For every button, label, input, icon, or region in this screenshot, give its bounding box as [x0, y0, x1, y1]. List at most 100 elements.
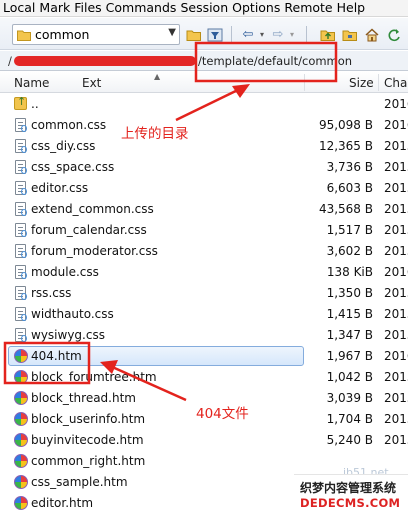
- file-row[interactable]: block_forumtree.htm 1,042 B 2015: [0, 367, 408, 388]
- css-file-icon: [14, 328, 28, 343]
- column-changed[interactable]: Cha: [384, 76, 407, 90]
- file-changed: 2015: [384, 307, 408, 321]
- file-name: forum_calendar.css: [31, 223, 147, 237]
- file-name: common_right.htm: [31, 454, 146, 468]
- file-row[interactable]: wysiwyg.css 1,347 B 2015: [0, 325, 408, 346]
- column-header: Name Ext ▲ Size Cha: [0, 72, 408, 93]
- file-size: 1,042 B: [326, 370, 373, 384]
- menu-item-remote[interactable]: Remote: [281, 0, 332, 16]
- file-size: 5,240 B: [326, 433, 373, 447]
- file-name: block_forumtree.htm: [31, 370, 157, 384]
- file-name: forum_moderator.css: [31, 244, 158, 258]
- file-changed: 2015: [384, 433, 408, 447]
- menu-item-local[interactable]: Local: [0, 0, 35, 16]
- file-row[interactable]: extend_common.css 43,568 B 2015: [0, 199, 408, 220]
- column-name[interactable]: Name: [14, 76, 49, 90]
- watermark-line1: 织梦内容管理系统: [300, 481, 397, 495]
- file-name: block_thread.htm: [31, 391, 136, 405]
- menu-item-commands[interactable]: Commands: [103, 0, 177, 16]
- column-ext[interactable]: Ext: [82, 76, 101, 90]
- path-bar[interactable]: / /template/default/common: [0, 51, 408, 71]
- file-row[interactable]: forum_calendar.css 1,517 B 2015: [0, 220, 408, 241]
- file-changed: 2015: [384, 160, 408, 174]
- open-folder-icon[interactable]: [184, 25, 204, 44]
- file-name: ..: [31, 97, 39, 111]
- file-changed: 2015: [384, 286, 408, 300]
- home-icon[interactable]: [362, 25, 382, 44]
- menu-item-help[interactable]: Help: [334, 0, 366, 16]
- file-row[interactable]: buyinvitecode.htm 5,240 B 2015: [0, 430, 408, 451]
- file-name: buyinvitecode.htm: [31, 433, 144, 447]
- parent-folder-icon: [14, 95, 28, 112]
- file-size: 43,568 B: [318, 202, 373, 216]
- redacted-path-segment: [14, 56, 196, 66]
- file-row[interactable]: 404.htm 1,967 B 2016: [0, 346, 408, 367]
- css-file-icon: [14, 307, 28, 322]
- file-row[interactable]: css_diy.css 12,365 B 2015: [0, 136, 408, 157]
- file-changed: 2015: [384, 181, 408, 195]
- file-size: 3,602 B: [326, 244, 373, 258]
- file-size: 1,517 B: [326, 223, 373, 237]
- file-size: 138 KiB: [326, 265, 373, 279]
- forward-dropdown-icon[interactable]: ▾: [282, 25, 302, 44]
- file-size: 1,350 B: [326, 286, 373, 300]
- html-file-icon: [14, 412, 28, 427]
- css-file-icon: [14, 139, 28, 154]
- directory-selector[interactable]: common ▼: [12, 24, 180, 45]
- file-name: widthauto.css: [31, 307, 114, 321]
- menu-item-options[interactable]: Options: [229, 0, 280, 16]
- file-size: 3,039 B: [326, 391, 373, 405]
- html-file-icon: [14, 496, 28, 511]
- css-file-icon: [14, 265, 28, 280]
- css-file-icon: [14, 202, 28, 217]
- css-file-icon: [14, 223, 28, 238]
- file-row[interactable]: .. 2016: [0, 94, 408, 115]
- toolbar: common ▼ ⇦ ▾ ⇨ ▾: [0, 18, 408, 50]
- css-file-icon: [14, 244, 28, 259]
- file-row[interactable]: css_space.css 3,736 B 2015: [0, 157, 408, 178]
- file-size: 1,347 B: [326, 328, 373, 342]
- menu-item-session[interactable]: Session: [177, 0, 228, 16]
- file-changed: 2015: [384, 328, 408, 342]
- file-row[interactable]: rss.css 1,350 B 2015: [0, 283, 408, 304]
- column-size[interactable]: Size: [349, 76, 374, 90]
- dropdown-arrow-icon[interactable]: ▼: [168, 27, 176, 38]
- file-row[interactable]: widthauto.css 1,415 B 2015: [0, 304, 408, 325]
- html-file-icon: [14, 349, 28, 364]
- file-changed: 2016: [384, 265, 408, 279]
- file-changed: 2016: [384, 118, 408, 132]
- file-changed: 2016: [384, 97, 408, 111]
- css-file-icon: [14, 286, 28, 301]
- css-file-icon: [14, 160, 28, 175]
- file-row[interactable]: common.css 95,098 B 2016: [0, 115, 408, 136]
- file-row[interactable]: module.css 138 KiB 2016: [0, 262, 408, 283]
- css-file-icon: [14, 181, 28, 196]
- root-directory-icon[interactable]: [340, 25, 360, 44]
- path-text: /template/default/common: [198, 54, 353, 68]
- file-row[interactable]: editor.css 6,603 B 2015: [0, 178, 408, 199]
- file-size: 1,415 B: [326, 307, 373, 321]
- file-changed: 2015: [384, 139, 408, 153]
- file-row[interactable]: forum_moderator.css 3,602 B 2015: [0, 241, 408, 262]
- folder-icon: [17, 29, 31, 44]
- refresh-icon[interactable]: [384, 25, 404, 44]
- css-file-icon: [14, 118, 28, 133]
- file-size: 95,098 B: [318, 118, 373, 132]
- file-size: 1,704 B: [326, 412, 373, 426]
- parent-directory-icon[interactable]: [318, 25, 338, 44]
- file-size: 6,603 B: [326, 181, 373, 195]
- file-changed: 2015: [384, 391, 408, 405]
- filter-icon[interactable]: [205, 25, 225, 44]
- directory-name: common: [35, 27, 90, 42]
- file-name: rss.css: [31, 286, 72, 300]
- file-changed: 2015: [384, 244, 408, 258]
- file-size: 12,365 B: [318, 139, 373, 153]
- file-size: 3,736 B: [326, 160, 373, 174]
- menu-item-mark[interactable]: Mark: [36, 0, 70, 16]
- file-name: css_sample.htm: [31, 475, 128, 489]
- file-size: 1,967 B: [326, 349, 373, 363]
- file-name: common.css: [31, 118, 107, 132]
- watermark-logo: 织梦内容管理系统 DEDECMS.COM: [294, 474, 408, 512]
- file-name: extend_common.css: [31, 202, 154, 216]
- menu-item-files[interactable]: Files: [71, 0, 101, 16]
